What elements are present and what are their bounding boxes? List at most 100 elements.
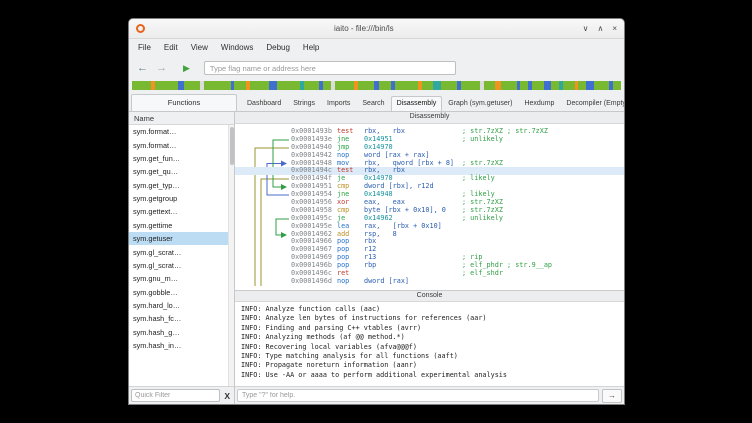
disasm-operands: r13 (364, 254, 462, 262)
function-item[interactable]: sym.hard_lo… (129, 299, 234, 312)
functions-scrollbar-thumb[interactable] (230, 127, 234, 165)
main-panel: Disassembly 0x0001493btestrbx, rbx; str.… (235, 112, 624, 404)
console-line: INFO: Analyze function calls (aac) (241, 305, 618, 314)
quick-filter-input[interactable] (131, 389, 220, 402)
memband-segment (335, 81, 354, 90)
memband-segment (395, 81, 418, 90)
menu-file[interactable]: File (132, 41, 157, 54)
disasm-operands: rsp, 8 (364, 231, 462, 239)
memband-segment (358, 81, 373, 90)
memband-segment (532, 81, 544, 90)
memband-segment (544, 81, 552, 90)
function-item[interactable]: sym.get_qu… (129, 165, 234, 178)
clear-filter-icon[interactable]: X (222, 391, 232, 401)
function-item[interactable]: sym.gnu_m… (129, 272, 234, 285)
toolbar: ← → ▶ (129, 56, 624, 80)
memory-band[interactable] (132, 81, 621, 90)
disasm-operands: r12 (364, 246, 462, 254)
console-input[interactable] (237, 389, 599, 402)
functions-panel: Name sym.format…sym.format…sym.get_fun…s… (129, 112, 235, 404)
console-line: INFO: Analyzing methods (af @@ method.*) (241, 333, 618, 342)
function-item[interactable]: sym.gettext… (129, 205, 234, 218)
memband-segment (132, 81, 151, 90)
function-item[interactable]: sym.gettime (129, 219, 234, 232)
function-item[interactable]: sym.hash_in… (129, 339, 234, 352)
function-item[interactable]: sym.getgroup (129, 192, 234, 205)
memband-segment (204, 81, 231, 90)
memband-segment (155, 81, 178, 90)
console-line: INFO: Propagate noreturn information (aa… (241, 361, 618, 370)
menu-view[interactable]: View (185, 41, 214, 54)
minimize-icon[interactable]: ∨ (583, 25, 589, 33)
memband-segment (304, 81, 319, 90)
forward-arrow-icon[interactable]: → (156, 62, 167, 74)
disassembly-listing: 0x0001493btestrbx, rbx; str.7zXZ ; str.7… (235, 128, 624, 286)
memband-segment (379, 81, 391, 90)
tab-dashboard[interactable]: Dashboard (241, 96, 287, 111)
functions-column-header[interactable]: Name (129, 112, 234, 125)
memband-segment (184, 81, 199, 90)
search-input[interactable] (204, 61, 456, 75)
memband-segment (551, 81, 559, 90)
disassembly-view: 0x0001493btestrbx, rbx; str.7zXZ ; str.7… (235, 124, 624, 290)
memband-segment (578, 81, 586, 90)
function-item[interactable]: sym.gl_scrat… (129, 259, 234, 272)
tab-imports[interactable]: Imports (321, 96, 356, 111)
function-item[interactable]: sym.format… (129, 125, 234, 138)
memband-segment (613, 81, 621, 90)
iaito-window: iaito - file:///bin/ls ∨ ∧ × FileEditVie… (128, 18, 625, 405)
disasm-comment: ; elf_shdr (462, 270, 503, 278)
function-item[interactable]: sym.get_typ… (129, 179, 234, 192)
memband-segment (441, 81, 456, 90)
function-item[interactable]: sym.gl_scrat… (129, 245, 234, 258)
console-send-button[interactable]: → (602, 389, 622, 403)
tab-strings[interactable]: Strings (287, 96, 321, 111)
memband-segment (594, 81, 609, 90)
disasm-comment: ; str.7zXZ (462, 160, 503, 168)
back-arrow-icon[interactable]: ← (137, 62, 148, 74)
play-icon[interactable]: ▶ (183, 63, 190, 74)
tab-decompiler-empty[interactable]: Decompiler (Empty) (560, 96, 624, 111)
maximize-icon[interactable]: ∧ (597, 25, 603, 33)
function-item[interactable]: sym.get_fun… (129, 152, 234, 165)
console-output: INFO: Analyze function calls (aac)INFO: … (235, 302, 624, 386)
memband-segment (269, 81, 277, 90)
disasm-comment: ; unlikely (462, 215, 503, 223)
tab-graph-sym-getuser[interactable]: Graph (sym.getuser) (442, 96, 518, 111)
title-bar[interactable]: iaito - file:///bin/ls ∨ ∧ × (129, 19, 624, 39)
menu-help[interactable]: Help (297, 41, 325, 54)
memband-segment (520, 81, 528, 90)
tab-disassembly[interactable]: Disassembly (391, 96, 443, 111)
menu-windows[interactable]: Windows (215, 41, 259, 54)
disasm-comment: ; unlikely (462, 136, 503, 144)
disassembly-panel-title: Disassembly (235, 112, 624, 124)
menu-debug[interactable]: Debug (260, 41, 296, 54)
console-line: INFO: Finding and parsing C++ vtables (a… (241, 324, 618, 333)
function-item[interactable]: sym.hash_fc… (129, 312, 234, 325)
memband-segment (586, 81, 594, 90)
function-list: sym.format…sym.format…sym.get_fun…sym.ge… (129, 125, 234, 386)
close-icon[interactable]: × (612, 25, 617, 33)
console-line: INFO: Type matching analysis for all fun… (241, 352, 618, 361)
disasm-operands: rbx (364, 238, 462, 246)
console-input-row: → (235, 386, 624, 404)
menu-edit[interactable]: Edit (158, 41, 184, 54)
memband-segment (484, 81, 496, 90)
tab-hexdump[interactable]: Hexdump (518, 96, 560, 111)
function-item[interactable]: sym.gobble… (129, 286, 234, 299)
disasm-operands: dword [rax] (364, 278, 462, 286)
tab-functions[interactable]: Functions (131, 94, 237, 111)
window-title: iaito - file:///bin/ls (145, 24, 583, 33)
console-line: INFO: Recovering local variables (afva@@… (241, 343, 618, 352)
functions-scrollbar[interactable] (228, 125, 234, 386)
function-item[interactable]: sym.hash_g… (129, 326, 234, 339)
function-item[interactable]: sym.getuser (129, 232, 234, 245)
desktop: { "window": { "title": "iaito - file:///… (0, 0, 752, 423)
tab-search[interactable]: Search (356, 96, 390, 111)
memband-segment (277, 81, 300, 90)
function-item[interactable]: sym.format… (129, 138, 234, 151)
console-line: INFO: Analyze len bytes of instructions … (241, 314, 618, 323)
memband-segment (234, 81, 246, 90)
disasm-row[interactable]: 0x0001496dnopdword [rax] (235, 278, 624, 286)
memband-segment (461, 81, 480, 90)
